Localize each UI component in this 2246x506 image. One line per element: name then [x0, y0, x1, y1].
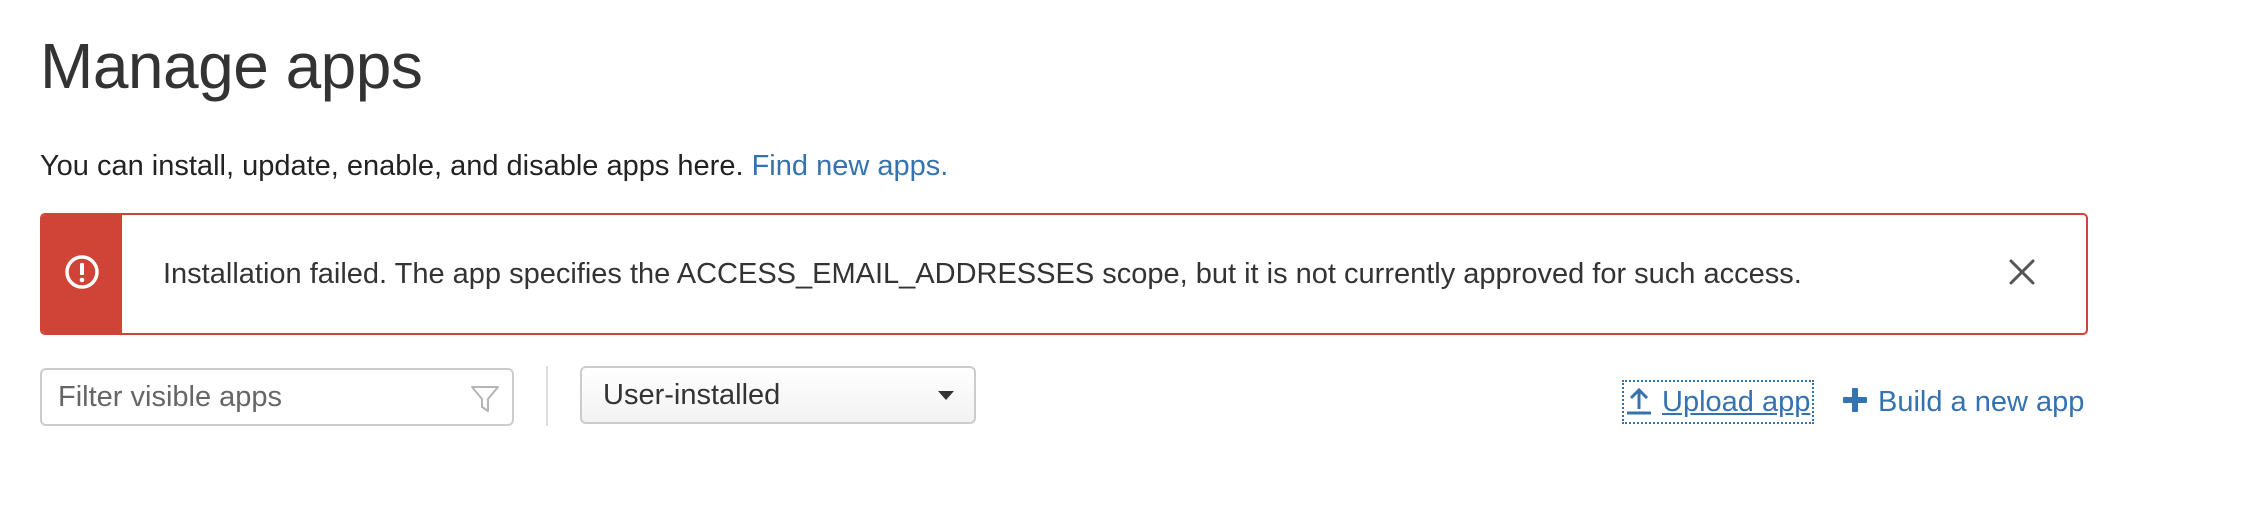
- page-title: Manage apps: [40, 30, 423, 102]
- upload-app-button[interactable]: Upload app: [1621, 380, 1815, 424]
- plus-icon: [1842, 387, 1868, 418]
- alert-close-button[interactable]: [1992, 244, 2052, 304]
- filter-apps-field[interactable]: [40, 368, 514, 426]
- upload-arrow-icon: [1626, 385, 1652, 420]
- intro-paragraph: You can install, update, enable, and dis…: [40, 146, 948, 186]
- find-new-apps-link[interactable]: Find new apps.: [752, 150, 949, 182]
- intro-text: You can install, update, enable, and dis…: [40, 150, 744, 182]
- manage-apps-page: Manage apps You can install, update, ena…: [0, 0, 2246, 506]
- build-new-app-label[interactable]: Build a new app: [1878, 386, 2084, 419]
- app-type-select[interactable]: User-installed: [580, 366, 976, 424]
- alert-message: Installation failed. The app specifies t…: [163, 257, 1802, 290]
- exclamation-circle-icon: [64, 254, 100, 295]
- upload-app-label[interactable]: Upload app: [1662, 386, 1810, 419]
- close-icon[interactable]: [2008, 258, 2036, 291]
- error-alert: Installation failed. The app specifies t…: [40, 213, 2088, 335]
- app-type-select-value: User-installed: [603, 378, 781, 411]
- funnel-icon: [470, 384, 500, 419]
- chevron-down-icon: [938, 390, 954, 400]
- alert-icon-panel: [42, 215, 122, 333]
- toolbar-divider: [546, 366, 548, 426]
- build-new-app-button[interactable]: Build a new app: [1842, 382, 2084, 422]
- filter-apps-input[interactable]: [42, 379, 460, 415]
